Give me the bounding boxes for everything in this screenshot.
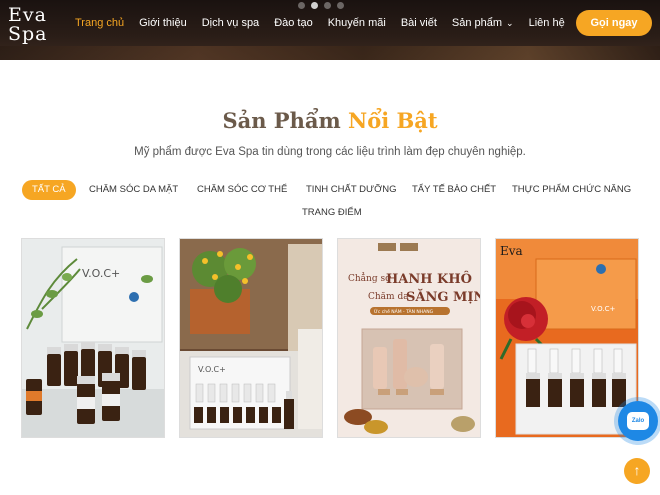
- main-nav: Trang chủ Giới thiệu Dịch vụ spa Đào tạo…: [75, 15, 580, 31]
- product-card[interactable]: Eva V.O.C+: [495, 238, 639, 438]
- slider-dot[interactable]: [337, 2, 344, 9]
- slider-dot[interactable]: [324, 2, 331, 9]
- product-box-brand: V.O.C+: [591, 305, 615, 313]
- product-headline-2: HANH KHÔ: [386, 270, 472, 287]
- filter-face-care[interactable]: CHĂM SÓC DA MẶT: [89, 180, 178, 200]
- filter-body-care[interactable]: CHĂM SÓC CƠ THỂ: [197, 180, 287, 200]
- product-image: Eva V.O.C+: [496, 239, 638, 437]
- product-tag: Ức chế NÁM - TÀN NHANG: [374, 308, 434, 315]
- slider-dots: [298, 2, 344, 9]
- arrow-up-icon[interactable]: ↑: [624, 458, 650, 484]
- nav-spa-services[interactable]: Dịch vụ spa: [202, 15, 259, 31]
- section-title-part1: Sản Phẩm: [222, 108, 341, 133]
- nav-home[interactable]: Trang chủ: [75, 15, 124, 31]
- zalo-label: Zalo: [627, 412, 649, 430]
- nav-products[interactable]: Sản phẩm ⌄: [452, 15, 514, 31]
- filter-all[interactable]: TẤT CẢ: [22, 180, 76, 200]
- logo-line-2: Spa: [8, 23, 48, 45]
- filter-supplements[interactable]: THỰC PHẨM CHỨC NĂNG: [512, 180, 631, 200]
- site-header: Eva Spa Trang chủ Giới thiệu Dịch vụ spa…: [0, 0, 660, 60]
- filter-exfoliation[interactable]: TẨY TẾ BÀO CHẾT: [412, 180, 496, 200]
- nav-products-label: Sản phẩm: [451, 17, 503, 29]
- filter-makeup[interactable]: TRANG ĐIỂM: [302, 203, 362, 223]
- nav-training[interactable]: Đào tạo: [274, 15, 313, 31]
- slider-dot[interactable]: [298, 2, 305, 9]
- product-image: Chẳng sợ HANH KHÔ Chăm da SĂNG MỊN Ức ch…: [338, 239, 481, 437]
- call-now-button[interactable]: Gọi ngay: [576, 10, 652, 36]
- slider-dot[interactable]: [311, 2, 318, 9]
- nav-about[interactable]: Giới thiệu: [139, 15, 187, 31]
- product-image: V.O.C+: [180, 239, 322, 437]
- product-headline-1: Chẳng sợ: [348, 272, 391, 284]
- zalo-chat-icon[interactable]: Zalo: [618, 401, 658, 441]
- product-brand: V.O.C+: [198, 365, 226, 374]
- nav-promotions[interactable]: Khuyến mãi: [328, 15, 386, 31]
- chevron-down-icon: ⌄: [506, 18, 514, 28]
- product-card[interactable]: V.O.C+: [179, 238, 323, 438]
- product-brand: V.O.C+: [82, 267, 120, 280]
- product-card[interactable]: Chẳng sợ HANH KHÔ Chăm da SĂNG MỊN Ức ch…: [337, 238, 481, 438]
- section-title: Sản Phẩm Nổi Bật: [0, 108, 660, 133]
- section-title-part2: Nổi Bật: [348, 108, 438, 133]
- product-headline-3: Chăm da: [368, 291, 409, 302]
- product-headline-4: SĂNG MỊN: [406, 288, 481, 305]
- site-logo[interactable]: Eva Spa: [8, 6, 48, 44]
- product-image: V.O.C+: [22, 239, 164, 437]
- nav-articles[interactable]: Bài viết: [401, 15, 437, 31]
- product-brand: Eva: [500, 244, 523, 258]
- section-subtitle: Mỹ phẩm được Eva Spa tin dùng trong các …: [134, 146, 526, 158]
- product-card[interactable]: V.O.C+: [21, 238, 165, 438]
- filter-serum[interactable]: TINH CHẤT DƯỠNG: [306, 180, 397, 200]
- nav-contact[interactable]: Liên hệ: [529, 15, 565, 31]
